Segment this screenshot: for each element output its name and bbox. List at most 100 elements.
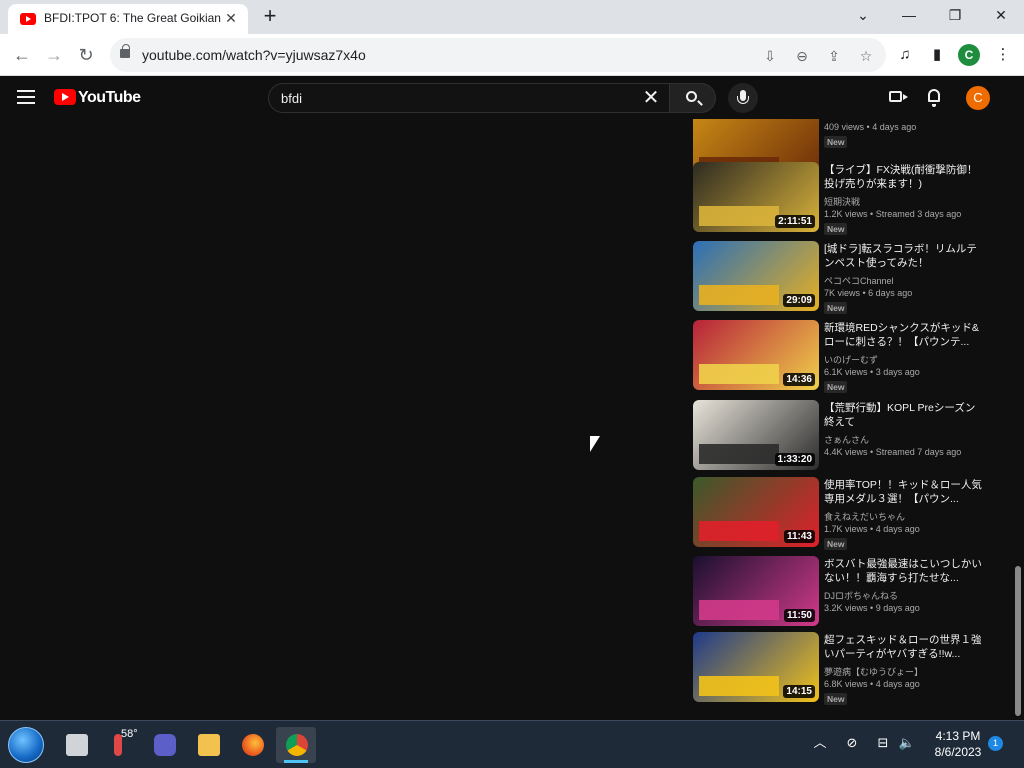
notifications-button[interactable]	[923, 86, 945, 108]
chrome-menu-icon[interactable]: ⋮	[990, 42, 1016, 68]
video-thumbnail[interactable]: 11:50	[693, 556, 819, 626]
thumbnail-caption-graphic	[699, 364, 779, 384]
video-title[interactable]: ボスバト最強最速はこいつしかいない！！覇海すら打たせな...	[824, 557, 982, 585]
menu-icon[interactable]	[17, 90, 35, 104]
search-query-text[interactable]: bfdi	[281, 91, 302, 106]
video-channel-name[interactable]: ペコペコChannel	[824, 274, 894, 287]
meta-separator: •	[867, 524, 876, 534]
video-title[interactable]: 使用率TOP！！キッド＆ロー人気専用メダル３選！【パウン...	[824, 478, 982, 506]
video-channel-name[interactable]: さぁんさん	[824, 433, 869, 446]
network-icon[interactable]: ⊟	[874, 734, 892, 752]
video-views: 6.8K views	[824, 679, 868, 689]
weather-temperature: 58°	[121, 728, 138, 740]
network-disabled-icon[interactable]: ⊘	[843, 734, 861, 752]
lock-icon[interactable]	[120, 44, 130, 58]
address-url[interactable]: youtube.com/watch?v=yjuwsaz7x4o	[142, 47, 366, 63]
side-panel-icon[interactable]: ▮	[924, 42, 950, 68]
video-channel-name[interactable]: いのげーむず	[824, 353, 878, 366]
folder-icon	[198, 734, 220, 756]
taskbar-firefox[interactable]	[232, 727, 272, 763]
new-badge: New	[824, 302, 848, 314]
chrome-profile-avatar[interactable]: C	[958, 44, 980, 66]
thumbnail-caption-graphic	[699, 206, 779, 226]
voice-search-button[interactable]	[728, 83, 758, 113]
notification-badge[interactable]: 1	[988, 736, 1003, 751]
video-channel-name[interactable]: 食えねえだいちゃん	[824, 510, 905, 523]
share-icon[interactable]: ⇪	[824, 46, 844, 66]
page-scrollbar[interactable]	[1014, 119, 1022, 720]
related-video-item[interactable]: 2:11:51 【ライブ】FX決戦(耐衝撃防御！投げ売りが来ます！) 短期決戦 1.2…	[693, 162, 993, 235]
video-channel-name[interactable]: DJロボちゃんねる	[824, 589, 898, 602]
video-thumbnail[interactable]: 14:36	[693, 320, 819, 390]
video-camera-icon	[889, 91, 908, 102]
tab-close-icon[interactable]: ✕	[222, 9, 240, 27]
related-video-item[interactable]: 29:09 [城ドラ]転スラコラボ！リムルテンペスト使ってみた！ ペコペコChann…	[693, 241, 993, 314]
video-thumbnail[interactable]: 11:43	[693, 477, 819, 547]
video-duration: 11:50	[783, 609, 815, 622]
new-badge: New	[824, 223, 848, 235]
firefox-icon	[242, 734, 264, 756]
video-thumbnail[interactable]: 2:11:51	[693, 162, 819, 232]
video-thumbnail[interactable]: 1:33:20	[693, 400, 819, 470]
clear-search-icon[interactable]: ✕	[639, 86, 663, 110]
zoom-icon[interactable]: ⊖	[792, 46, 812, 66]
tab-title: BFDI:TPOT 6: The Great Goikian E	[44, 11, 222, 25]
reload-icon[interactable]: ↻	[72, 41, 100, 69]
video-stats: 409 views • 4 days ago	[824, 122, 916, 132]
video-thumbnail[interactable]: 29:09	[693, 241, 819, 311]
related-video-item[interactable]: 14:36 新環境REDシャンクスがキッド&ローに刺さる？！【パウンテ... いのげ…	[693, 320, 993, 393]
youtube-logo-icon[interactable]	[54, 89, 76, 105]
related-video-item[interactable]: 11:43 使用率TOP！！キッド＆ロー人気専用メダル３選！【パウン... 食えねえ…	[693, 477, 993, 550]
show-hidden-icons-chevron-icon[interactable]: ︿	[811, 734, 829, 752]
window-close-button[interactable]: ✕	[978, 0, 1024, 30]
video-title[interactable]: 【ライブ】FX決戦(耐衝撃防御！投げ売りが来ます！)	[824, 163, 982, 191]
file-stack-icon	[66, 734, 88, 756]
search-input[interactable]: bfdi ✕	[268, 83, 670, 113]
video-stats: 6.8K views • 4 days ago	[824, 679, 920, 689]
browser-tab-active[interactable]: BFDI:TPOT 6: The Great Goikian E ✕	[8, 4, 248, 34]
taskbar-video-call[interactable]	[144, 727, 184, 763]
taskbar-file-explorer[interactable]	[188, 727, 228, 763]
scrollbar-thumb[interactable]	[1015, 566, 1021, 716]
youtube-favicon-icon	[20, 13, 36, 25]
video-title[interactable]: 新環境REDシャンクスがキッド&ローに刺さる？！【パウンテ...	[824, 321, 982, 349]
minimize-button[interactable]: —	[886, 0, 932, 30]
video-title[interactable]: 超フェスキッド＆ローの世界１強いパーティがヤバすぎる!!w...	[824, 633, 982, 661]
clock-time[interactable]: 4:13 PM	[934, 729, 982, 743]
restore-button[interactable]: ❐	[932, 0, 978, 30]
new-tab-button[interactable]: +	[258, 5, 282, 29]
taskbar-chrome[interactable]	[276, 727, 316, 763]
media-controls-icon[interactable]: ♫	[892, 42, 918, 68]
youtube-account-avatar[interactable]: C	[966, 86, 990, 110]
install-app-icon[interactable]: ⇩	[760, 46, 780, 66]
taskbar-file-stack[interactable]	[56, 727, 96, 763]
youtube-wordmark[interactable]: YouTube	[78, 89, 141, 107]
chrome-icon	[286, 734, 308, 756]
search-button[interactable]	[670, 83, 716, 113]
video-title[interactable]: [城ドラ]転スラコラボ！リムルテンペスト使ってみた！	[824, 242, 982, 270]
video-channel-name[interactable]: 夢遊病【むゆうびょー】	[824, 665, 923, 678]
video-stats: 1.7K views • 4 days ago	[824, 524, 920, 534]
address-bar[interactable]: youtube.com/watch?v=yjuwsaz7x4o ⇩ ⊖ ⇪ ☆	[110, 38, 886, 72]
tab-search-button[interactable]: ⌄	[840, 0, 886, 30]
create-video-button[interactable]	[887, 86, 909, 108]
related-video-item[interactable]: 1:33:20 【荒野行動】KOPL Preシーズン終えて さぁんさん 4.4K vi…	[693, 400, 993, 472]
video-title[interactable]: 【荒野行動】KOPL Preシーズン終えて	[824, 401, 982, 429]
video-duration: 2:11:51	[775, 215, 815, 228]
related-video-item[interactable]: 11:50 ボスバト最強最速はこいつしかいない！！覇海すら打たせな... DJロボち…	[693, 556, 993, 628]
related-video-item[interactable]: 14:15 超フェスキッド＆ローの世界１強いパーティがヤバすぎる!!w... 夢遊病…	[693, 632, 993, 705]
video-age: 4 days ago	[875, 679, 920, 689]
video-thumbnail[interactable]: 14:15	[693, 632, 819, 702]
video-stats: 6.1K views • 3 days ago	[824, 367, 920, 377]
clock-date[interactable]: 8/6/2023	[930, 745, 986, 759]
bookmark-star-icon[interactable]: ☆	[856, 46, 876, 66]
volume-icon[interactable]: 🔈	[898, 734, 916, 752]
meta-separator: •	[867, 603, 876, 613]
bell-icon	[928, 89, 940, 107]
video-views: 1.2K views	[824, 209, 868, 219]
meta-separator: •	[860, 288, 869, 298]
start-button[interactable]	[8, 727, 44, 763]
back-arrow-icon[interactable]: ←	[8, 41, 36, 69]
forward-arrow-icon[interactable]: →	[40, 41, 68, 69]
video-channel-name[interactable]: 短期決戦	[824, 195, 860, 208]
